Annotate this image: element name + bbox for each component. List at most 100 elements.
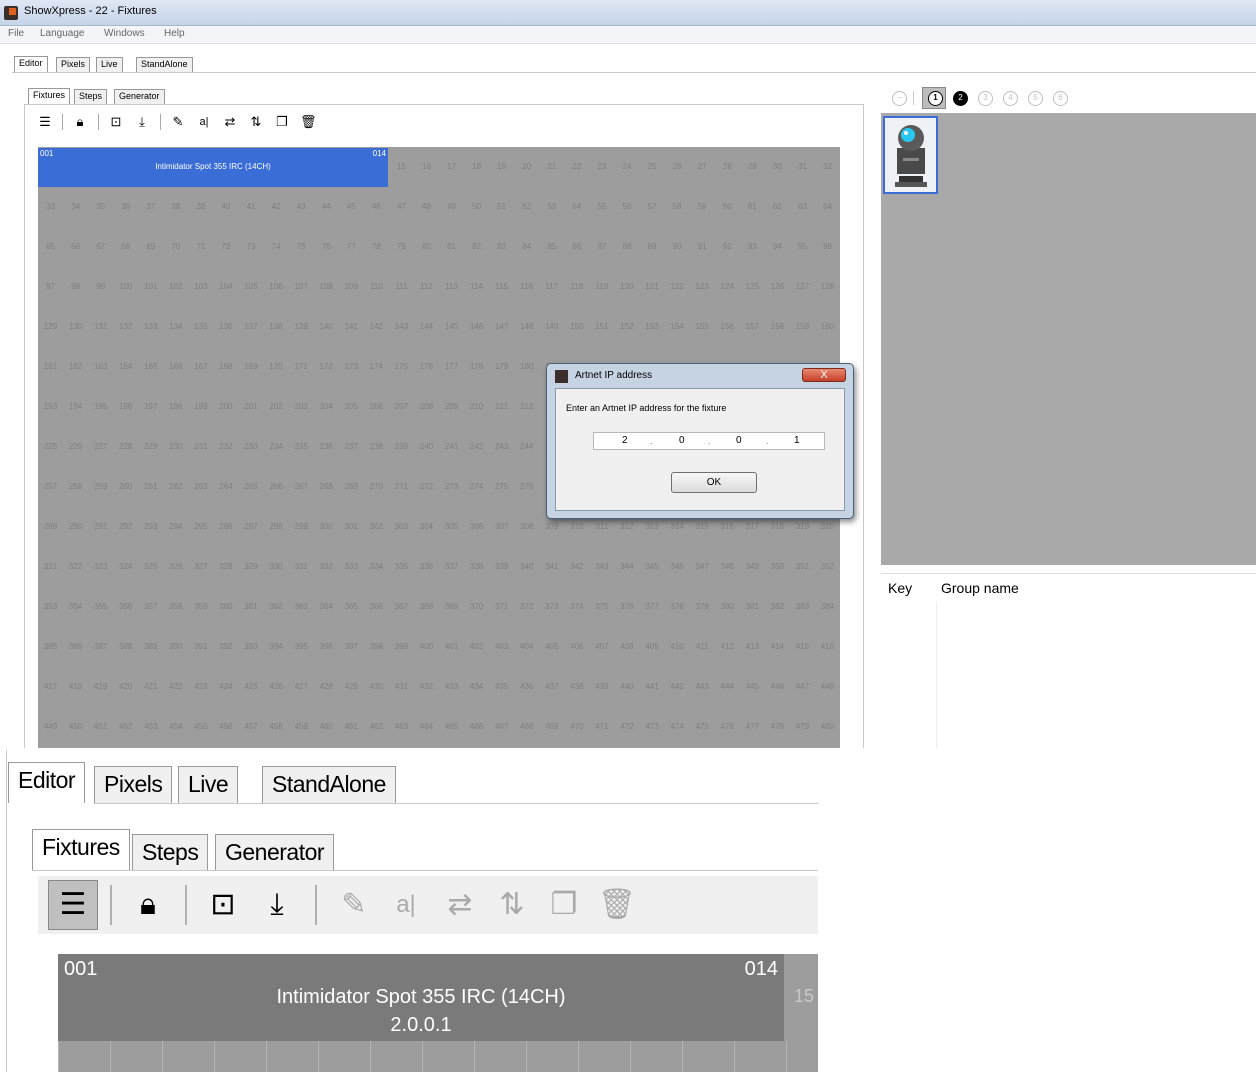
- channel-cell[interactable]: 58: [665, 187, 690, 225]
- channel-cell[interactable]: 360: [213, 587, 238, 625]
- channel-cell[interactable]: 368: [414, 587, 439, 625]
- channel-cell[interactable]: 129: [38, 307, 63, 345]
- channel-cell[interactable]: 88: [614, 227, 639, 265]
- channel-cell[interactable]: 137: [239, 307, 264, 345]
- channel-cell[interactable]: 135: [188, 307, 213, 345]
- channel-cell[interactable]: 421: [138, 667, 163, 705]
- channel-cell[interactable]: 297: [239, 507, 264, 545]
- channel-cell[interactable]: 377: [640, 587, 665, 625]
- channel-cell[interactable]: 110: [364, 267, 389, 305]
- channel-cell[interactable]: 207: [389, 387, 414, 425]
- channel-cell[interactable]: 463: [389, 707, 414, 745]
- channel-cell[interactable]: 387: [88, 627, 113, 665]
- channel-cell-zoom[interactable]: [474, 1041, 475, 1072]
- channel-cell[interactable]: 362: [264, 587, 289, 625]
- import-icon[interactable]: ⤓: [134, 114, 150, 130]
- channel-cell[interactable]: 303: [389, 507, 414, 545]
- channel-cell[interactable]: 154: [665, 307, 690, 345]
- channel-cell[interactable]: 18: [464, 147, 489, 185]
- channel-cell[interactable]: 432: [414, 667, 439, 705]
- channel-cell[interactable]: 398: [364, 627, 389, 665]
- channel-cell[interactable]: 90: [665, 227, 690, 265]
- tab-fixtures[interactable]: Fixtures: [28, 88, 71, 104]
- channel-cell[interactable]: 134: [163, 307, 188, 345]
- channel-cell-zoom[interactable]: [370, 1041, 371, 1072]
- import-icon[interactable]: ⤓: [257, 885, 297, 925]
- channel-cell[interactable]: 389: [138, 627, 163, 665]
- tab-pixels[interactable]: Pixels: [56, 57, 91, 73]
- menu-windows[interactable]: Windows: [104, 28, 145, 39]
- channel-cell[interactable]: 379: [690, 587, 715, 625]
- channel-cell[interactable]: 275: [489, 467, 514, 505]
- channel-cell[interactable]: 73: [239, 227, 264, 265]
- channel-cell[interactable]: 349: [740, 547, 765, 585]
- channel-cell[interactable]: 307: [489, 507, 514, 545]
- channel-cell[interactable]: 322: [63, 547, 88, 585]
- page-6-button[interactable]: 6: [1053, 91, 1068, 106]
- channel-cell[interactable]: 179: [489, 347, 514, 385]
- channel-cell[interactable]: 41: [239, 187, 264, 225]
- channel-cell[interactable]: 64: [815, 187, 840, 225]
- channel-cell[interactable]: 66: [63, 227, 88, 265]
- tab-generator[interactable]: Generator: [114, 89, 165, 105]
- channel-cell[interactable]: 78: [364, 227, 389, 265]
- lock-icon[interactable]: 🔒︎: [128, 885, 168, 925]
- new-fixture-icon[interactable]: ⊡: [203, 885, 243, 925]
- channel-cell[interactable]: 31: [790, 147, 815, 185]
- channel-cell[interactable]: 410: [665, 627, 690, 665]
- tab-standalone-zoom[interactable]: StandAlone: [262, 766, 396, 803]
- channel-cell[interactable]: 241: [439, 427, 464, 465]
- ip-octet-1[interactable]: 2: [622, 435, 628, 446]
- channel-cell[interactable]: 37: [138, 187, 163, 225]
- channel-cell[interactable]: 30: [765, 147, 790, 185]
- channel-cell[interactable]: 394: [264, 627, 289, 665]
- channel-cell[interactable]: 77: [339, 227, 364, 265]
- channel-cell[interactable]: 38: [163, 187, 188, 225]
- channel-cell[interactable]: 169: [239, 347, 264, 385]
- channel-cell[interactable]: 194: [63, 387, 88, 425]
- channel-cell[interactable]: 228: [113, 427, 138, 465]
- moving-head-icon[interactable]: [883, 116, 938, 194]
- channel-cell[interactable]: 19: [489, 147, 514, 185]
- rename-icon[interactable]: a|: [386, 885, 426, 925]
- channel-cell[interactable]: 227: [88, 427, 113, 465]
- channel-cell[interactable]: 473: [640, 707, 665, 745]
- channel-cell[interactable]: 153: [640, 307, 665, 345]
- channel-cell[interactable]: 103: [188, 267, 213, 305]
- channel-cell[interactable]: 210: [464, 387, 489, 425]
- channel-cell[interactable]: 401: [439, 627, 464, 665]
- fixture-block[interactable]: 001 014 Intimidator Spot 355 IRC (14CH): [38, 148, 388, 187]
- menu-language[interactable]: Language: [40, 28, 85, 39]
- channel-cell[interactable]: 302: [364, 507, 389, 545]
- channel-cell[interactable]: 455: [188, 707, 213, 745]
- channel-cell[interactable]: 444: [715, 667, 740, 705]
- channel-cell[interactable]: 462: [364, 707, 389, 745]
- copy-icon[interactable]: ❐: [544, 885, 584, 925]
- channel-cell[interactable]: 308: [514, 507, 539, 545]
- channel-cell[interactable]: 375: [589, 587, 614, 625]
- channel-cell[interactable]: 238: [364, 427, 389, 465]
- channel-cell[interactable]: 264: [213, 467, 238, 505]
- ok-button[interactable]: OK: [671, 472, 757, 493]
- channel-cell[interactable]: 107: [289, 267, 314, 305]
- channel-cell[interactable]: 180: [514, 347, 539, 385]
- channel-cell[interactable]: 479: [790, 707, 815, 745]
- channel-cell[interactable]: 65: [38, 227, 63, 265]
- channel-cell-zoom[interactable]: [578, 1041, 579, 1072]
- channel-cell[interactable]: 439: [589, 667, 614, 705]
- trash-icon[interactable]: 🗑︎: [597, 885, 637, 925]
- channel-cell[interactable]: 85: [539, 227, 564, 265]
- channel-cell[interactable]: 240: [414, 427, 439, 465]
- channel-cell[interactable]: 201: [239, 387, 264, 425]
- channel-cell[interactable]: 350: [765, 547, 790, 585]
- channel-cell[interactable]: 427: [289, 667, 314, 705]
- ip-octet-2[interactable]: 0: [679, 435, 685, 446]
- channel-cell[interactable]: 323: [88, 547, 113, 585]
- swap-vertical-icon[interactable]: ⇅: [492, 885, 532, 925]
- tab-editor[interactable]: Editor: [14, 56, 48, 72]
- channel-cell[interactable]: 348: [715, 547, 740, 585]
- channel-cell[interactable]: 370: [464, 587, 489, 625]
- channel-cell[interactable]: 81: [439, 227, 464, 265]
- channel-cell[interactable]: 80: [414, 227, 439, 265]
- channel-cell[interactable]: 156: [715, 307, 740, 345]
